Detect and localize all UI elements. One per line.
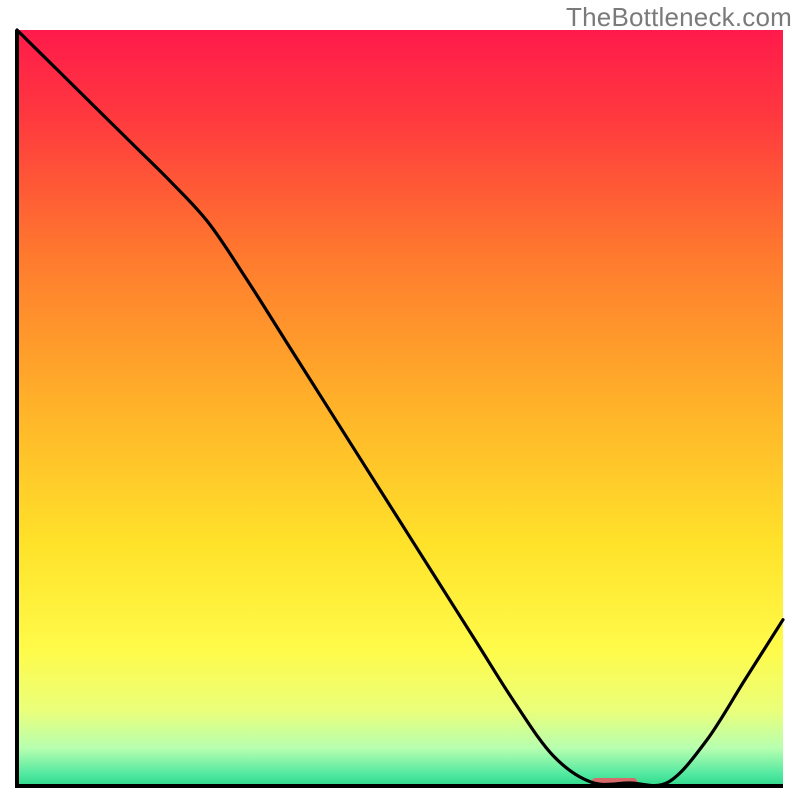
chart-svg: [15, 28, 785, 788]
chart-container: TheBottleneck.com: [0, 0, 800, 800]
plot-area: [15, 28, 785, 788]
watermark-text: TheBottleneck.com: [566, 2, 792, 33]
